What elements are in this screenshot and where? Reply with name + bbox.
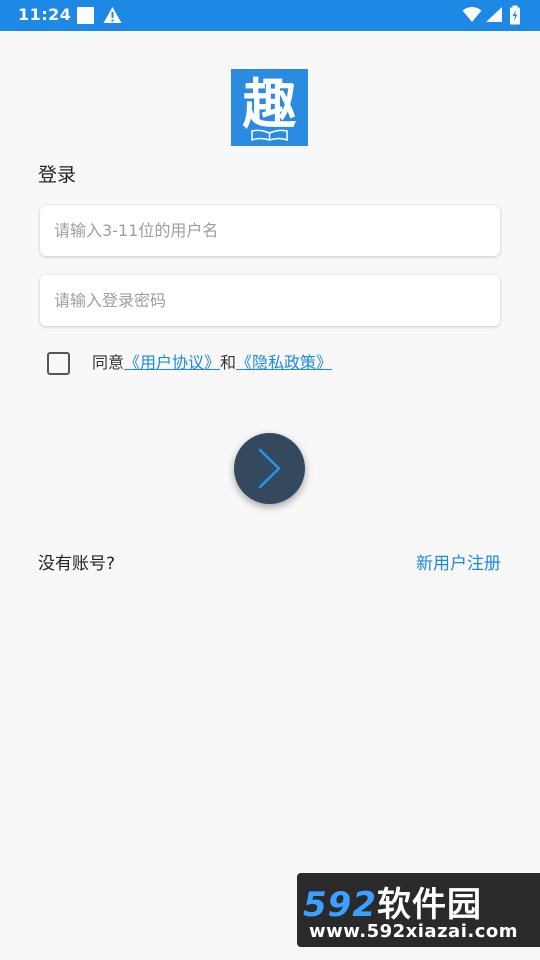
privacy-policy-link[interactable]: 《隐私政策》 (236, 353, 332, 372)
wifi-icon (462, 6, 482, 27)
signal-icon (485, 6, 503, 27)
agree-checkbox[interactable] (47, 352, 70, 375)
username-card (40, 205, 500, 256)
watermark-brand: 592软件园 (303, 877, 482, 926)
login-submit-button[interactable] (234, 433, 305, 504)
book-icon (251, 129, 288, 141)
watermark-brand-text: 软件园 (376, 885, 482, 925)
password-card (40, 275, 500, 326)
page-title: 登录 (38, 164, 77, 186)
password-input[interactable] (40, 275, 500, 326)
status-bar: 11:24 (0, 0, 540, 31)
app-logo: 趣 (231, 69, 308, 146)
watermark-logo: 592软件园 www.592xiazai.com (297, 873, 540, 947)
agree-prefix: 同意 (92, 353, 125, 372)
agree-and: 和 (220, 353, 237, 372)
user-agreement-link[interactable]: 《用户协议》 (124, 353, 220, 372)
register-link[interactable]: 新用户注册 (416, 549, 501, 574)
agreement-text: 同意《用户协议》和《隐私政策》 (92, 352, 332, 374)
no-account-label: 没有账号? (38, 554, 116, 574)
username-input[interactable] (40, 205, 500, 256)
watermark-url: www.592xiazai.com (309, 921, 518, 942)
warning-icon (103, 6, 122, 28)
app-logo-glyph: 趣 (242, 72, 297, 136)
square-notification-icon (77, 7, 94, 24)
chevron-right-icon (258, 448, 281, 489)
watermark-brand-num: 592 (303, 885, 377, 925)
status-time: 11:24 (18, 5, 72, 24)
battery-icon (509, 5, 521, 29)
